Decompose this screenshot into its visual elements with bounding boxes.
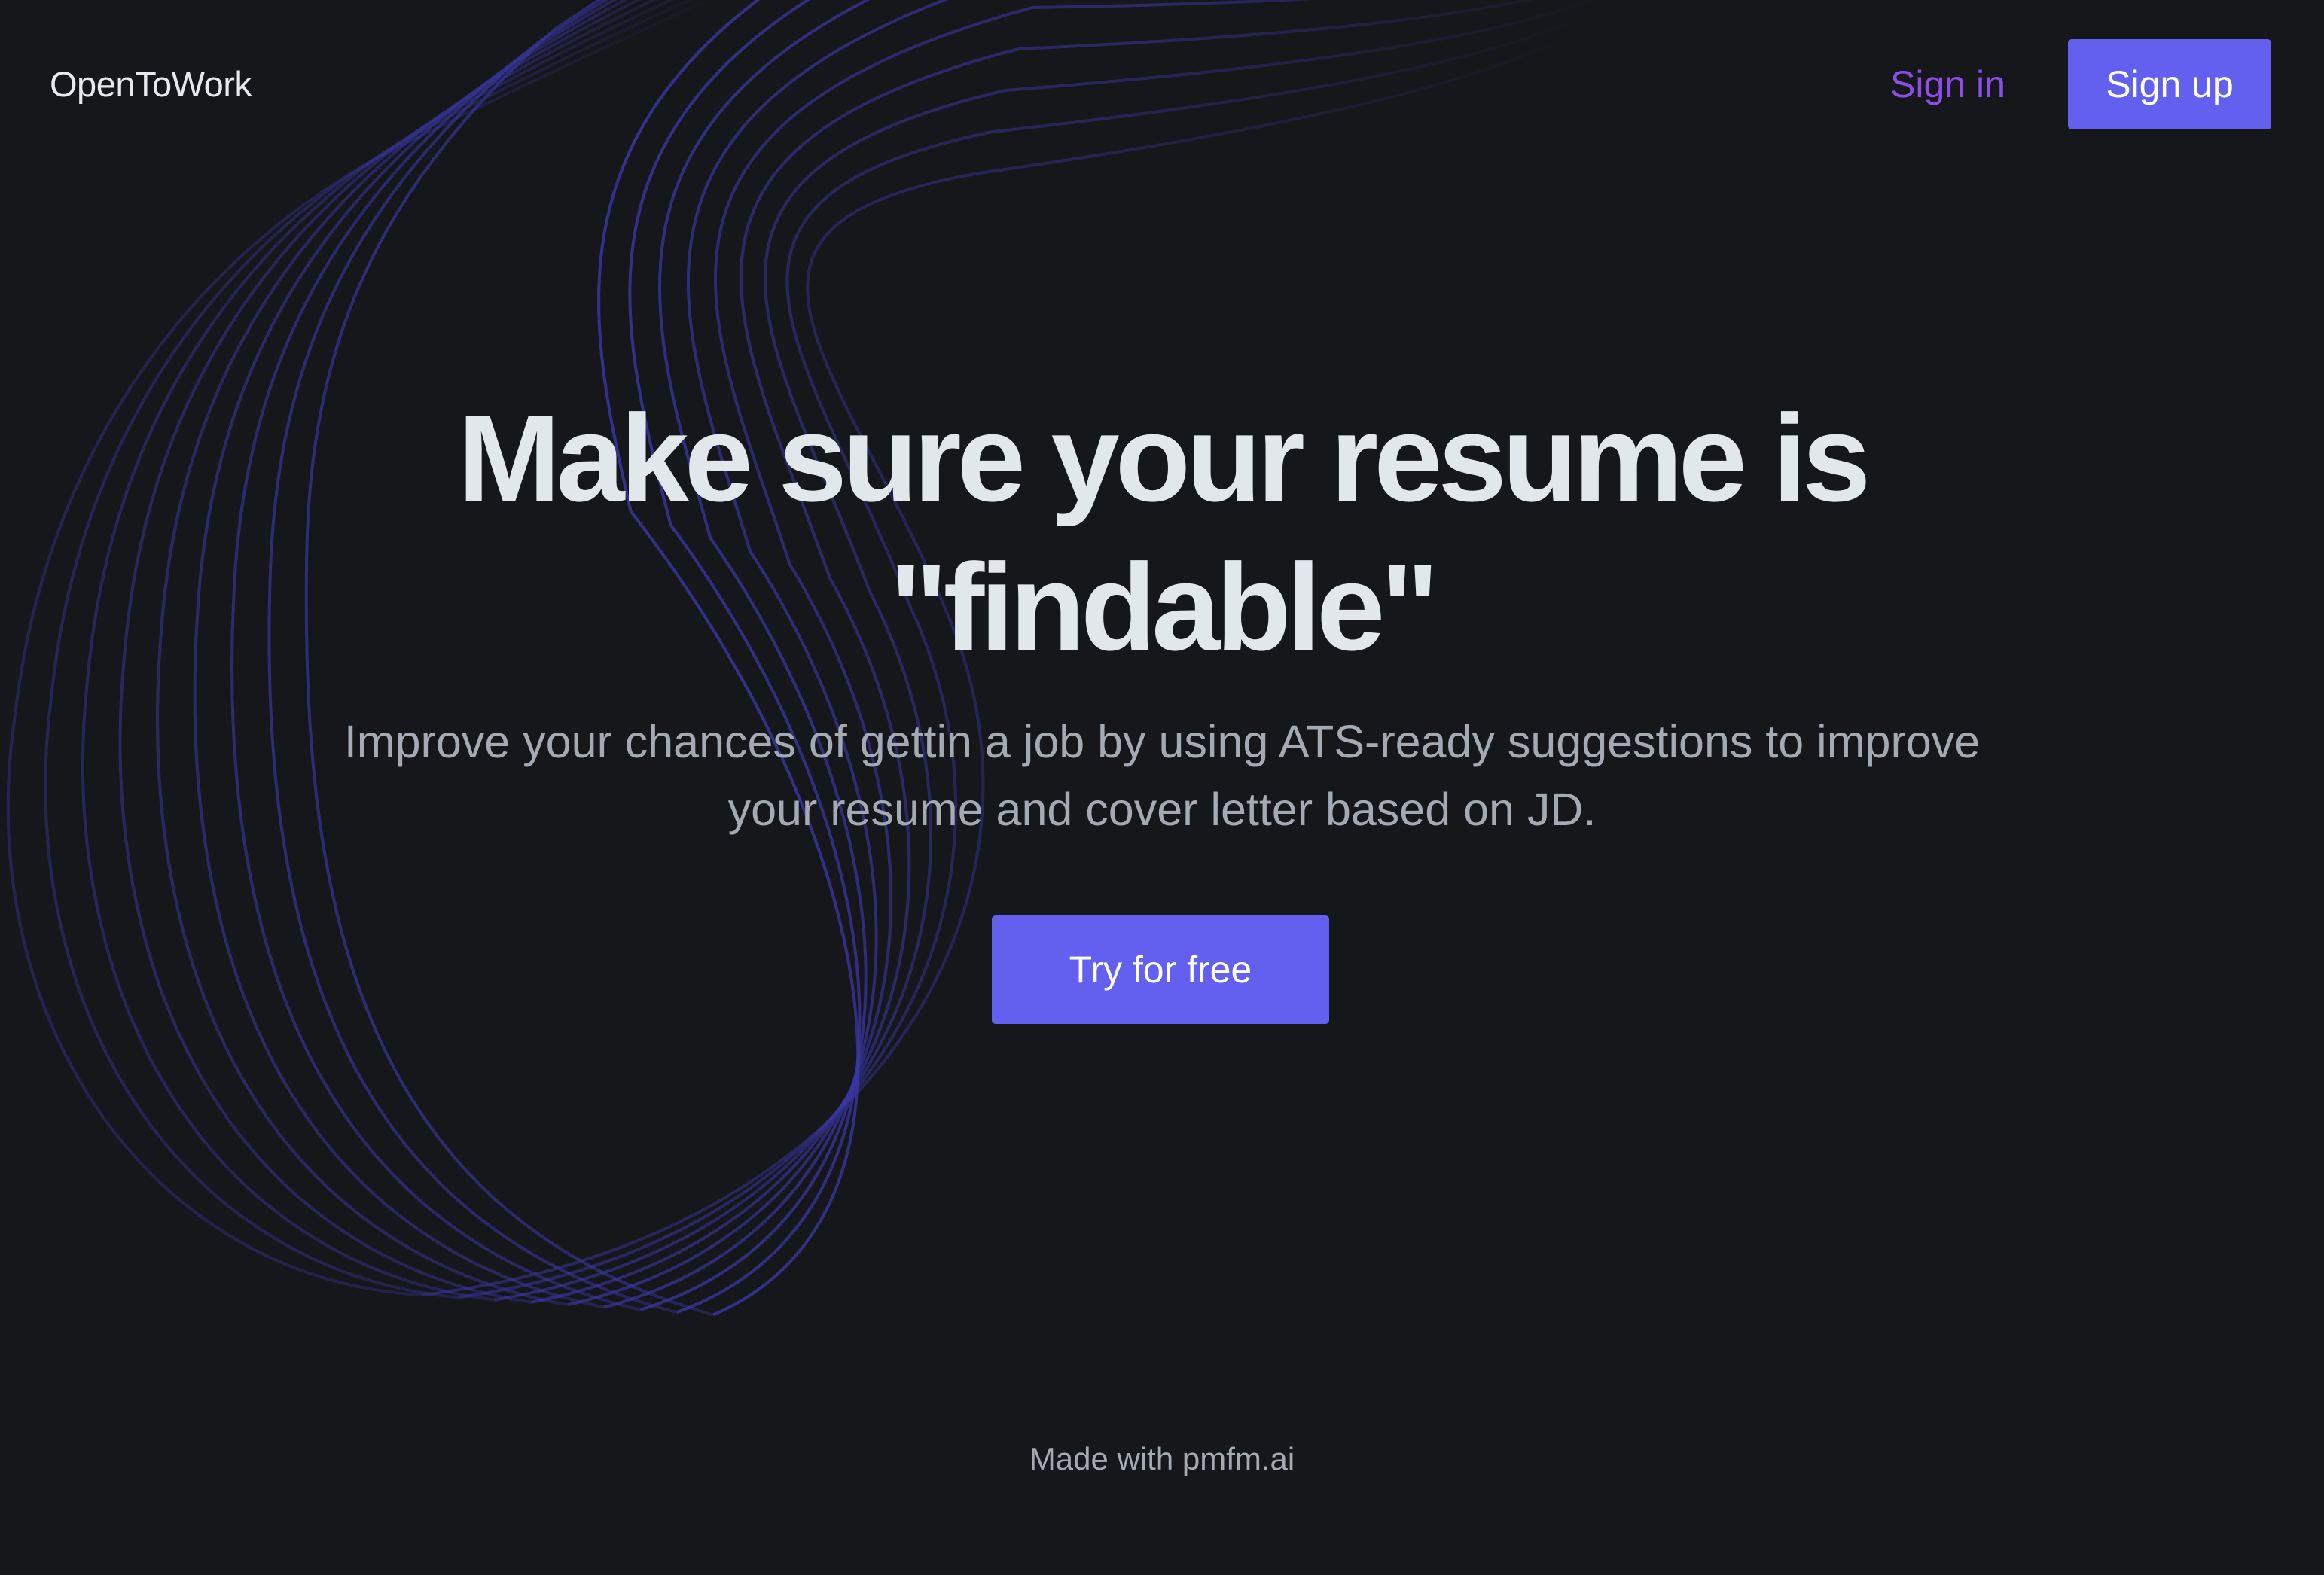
sign-up-button[interactable]: Sign up xyxy=(2068,39,2271,129)
hero-subheading-line-2: your resume and cover letter based on JD… xyxy=(727,784,1597,835)
hero-headline-line-1: Make sure your resume is xyxy=(457,389,1871,527)
try-for-free-button[interactable]: Try for free xyxy=(992,915,1329,1024)
footer-credit[interactable]: Made with pmfm.ai xyxy=(0,1438,2324,1480)
top-navigation: OpenToWork Sign in Sign up xyxy=(0,0,2324,169)
hero-subheading-line-1: Improve your chances of gettin a job by … xyxy=(343,716,1981,767)
brand-logo-text[interactable]: OpenToWork xyxy=(50,63,252,105)
hero-headline: Make sure your resume is "findable" xyxy=(0,384,2324,682)
hero-subheading: Improve your chances of gettin a job by … xyxy=(0,708,2324,843)
sign-in-link[interactable]: Sign in xyxy=(1890,62,2005,107)
hero-headline-line-2: "findable" xyxy=(889,538,1439,676)
